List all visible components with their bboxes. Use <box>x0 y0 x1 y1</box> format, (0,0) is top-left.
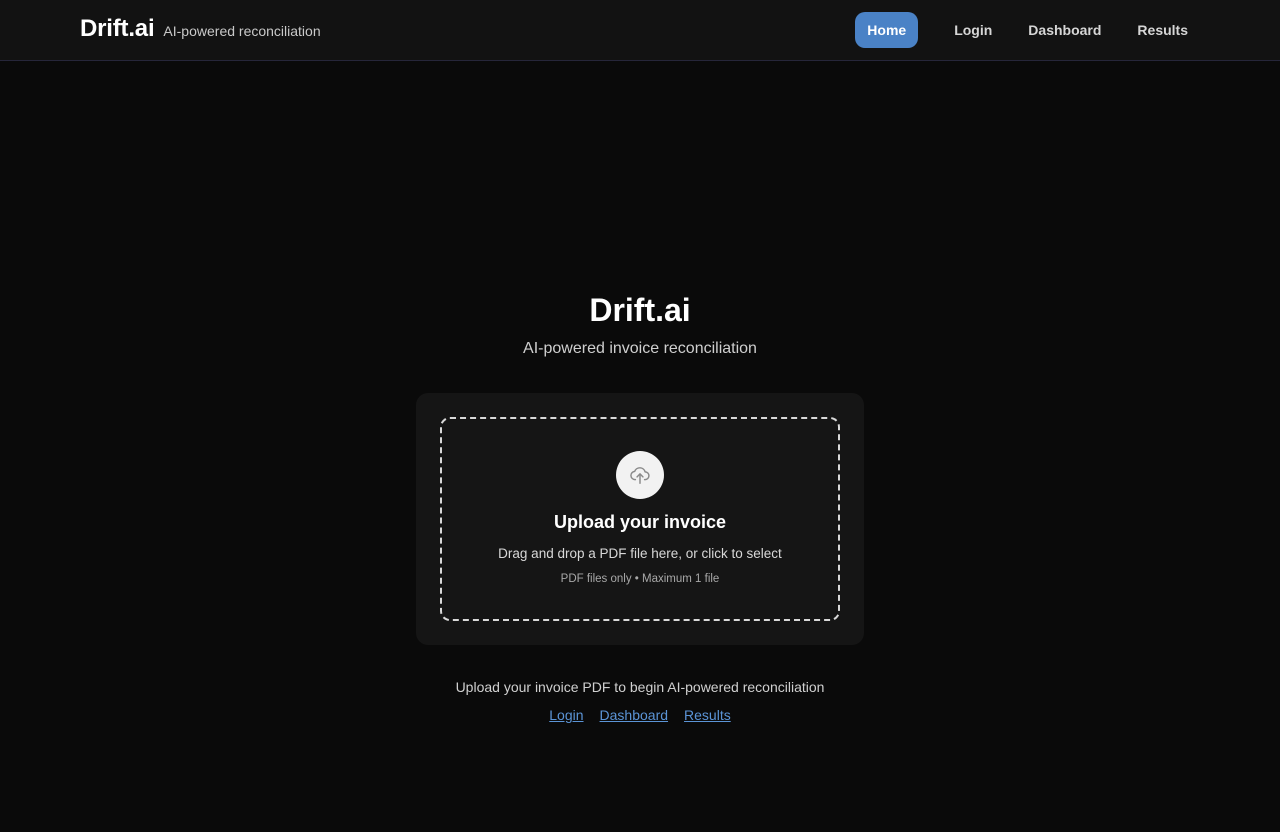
footer-dashboard-link[interactable]: Dashboard <box>600 707 669 723</box>
upload-title: Upload your invoice <box>553 512 727 532</box>
top-navigation-bar: Drift.ai AI-powered reconciliation Home … <box>0 0 1280 61</box>
brand-tagline: AI-powered reconciliation <box>163 23 321 39</box>
page-title: Drift.ai <box>589 292 691 328</box>
nav-home-button[interactable]: Home <box>855 12 919 48</box>
nav-login-link[interactable]: Login <box>942 12 1004 48</box>
footer-results-link[interactable]: Results <box>684 707 731 723</box>
page-subtitle: AI-powered invoice reconciliation <box>523 340 757 357</box>
footer-login-link[interactable]: Login <box>549 707 583 723</box>
nav-results-link[interactable]: Results <box>1125 12 1200 48</box>
file-dropzone[interactable]: Upload your invoice Drag and drop a PDF … <box>440 417 840 621</box>
brand[interactable]: Drift.ai AI-powered reconciliation <box>80 15 321 43</box>
nav-dashboard-link[interactable]: Dashboard <box>1016 12 1113 48</box>
cloud-upload-icon <box>616 451 664 499</box>
upload-description: Drag and drop a PDF file here, or click … <box>498 546 782 561</box>
upload-hint: PDF files only • Maximum 1 file <box>560 573 720 585</box>
upload-card: Upload your invoice Drag and drop a PDF … <box>416 393 864 645</box>
footer-links: Login Dashboard Results <box>0 707 1280 723</box>
footer-instruction: Upload your invoice PDF to begin AI-powe… <box>455 679 825 695</box>
brand-name: Drift.ai <box>80 15 155 42</box>
main-nav: Home Login Dashboard Results <box>855 12 1200 48</box>
